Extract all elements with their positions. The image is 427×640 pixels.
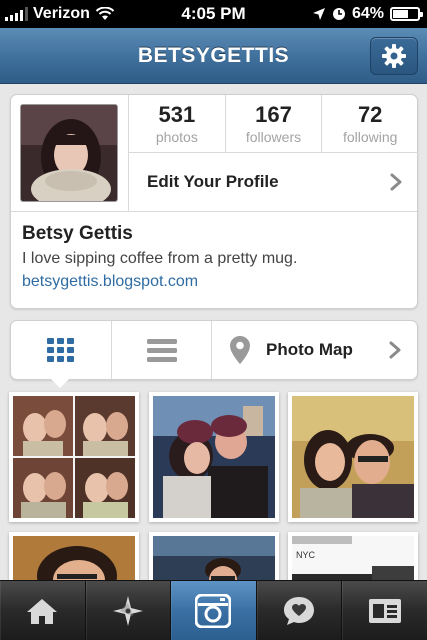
list-view-button[interactable]: [111, 321, 211, 379]
view-mode-bar: Photo Map: [10, 320, 418, 380]
location-arrow-icon: [312, 8, 325, 20]
gear-icon: [382, 44, 406, 68]
full-name: Betsy Gettis: [22, 223, 133, 244]
edit-profile-label: Edit Your Profile: [147, 172, 279, 191]
photo-thumbnail[interactable]: [9, 392, 139, 522]
camera-icon: [195, 593, 232, 628]
photo-thumbnail[interactable]: [288, 392, 418, 522]
following-count[interactable]: 72 following: [321, 95, 418, 152]
edit-profile-button[interactable]: Edit Your Profile: [128, 153, 418, 211]
signal-bars-icon: [5, 7, 28, 21]
followers-count[interactable]: 167 followers: [224, 95, 322, 152]
settings-button[interactable]: [370, 37, 418, 75]
photo-map-label: Photo Map: [266, 340, 353, 359]
activity-heart-bubble-icon: [284, 596, 315, 625]
chevron-right-icon: [390, 173, 402, 191]
tab-activity[interactable]: [255, 581, 342, 640]
chevron-right-icon: [389, 341, 401, 359]
photo-map-button[interactable]: Photo Map: [211, 321, 417, 379]
alarm-clock-icon: [332, 8, 345, 20]
website-link[interactable]: betsygettis.blogspot.com: [22, 273, 417, 291]
stat-label: followers: [245, 129, 302, 145]
tab-profile[interactable]: [341, 581, 427, 640]
stat-value: 167: [255, 102, 292, 127]
active-view-pointer: [50, 378, 70, 388]
photo-thumbnail[interactable]: [149, 392, 279, 522]
thumbnail-caption: NYC: [296, 550, 316, 560]
carrier-name: Verizon: [33, 5, 90, 22]
map-pin-icon: [230, 336, 250, 364]
battery-percent: 64%: [351, 5, 384, 22]
status-bar: Verizon 4:05 PM 64%: [0, 0, 427, 28]
home-icon: [27, 598, 58, 624]
stat-label: photos: [155, 129, 198, 145]
profile-stats: 531 photos 167 followers 72 following: [128, 95, 418, 153]
tab-home[interactable]: [0, 581, 85, 640]
profile-card: 531 photos 167 followers 72 following Ed…: [10, 94, 418, 309]
tab-bar: [0, 580, 427, 640]
grid-view-icon: [47, 338, 74, 362]
tab-camera[interactable]: [170, 581, 256, 640]
wifi-icon: [95, 7, 115, 20]
explore-star-icon: [112, 595, 143, 626]
list-view-icon: [146, 339, 177, 362]
bio-section: Betsy Gettis I love sipping coffee from …: [11, 211, 417, 308]
photos-count[interactable]: 531 photos: [128, 95, 225, 152]
nav-bar: BETSYGETTIS: [0, 28, 427, 84]
stat-label: following: [342, 129, 398, 145]
grid-view-button[interactable]: [11, 321, 111, 379]
stat-value: 72: [357, 102, 383, 127]
tab-explore[interactable]: [84, 581, 171, 640]
stat-value: 531: [158, 102, 196, 127]
avatar[interactable]: [20, 104, 118, 202]
bio-text: I love sipping coffee from a pretty mug.: [22, 250, 298, 267]
profile-card-icon: [368, 598, 401, 623]
battery-icon: [390, 7, 423, 21]
clock: 4:05 PM: [181, 4, 246, 23]
username-title: BETSYGETTIS: [137, 44, 290, 67]
